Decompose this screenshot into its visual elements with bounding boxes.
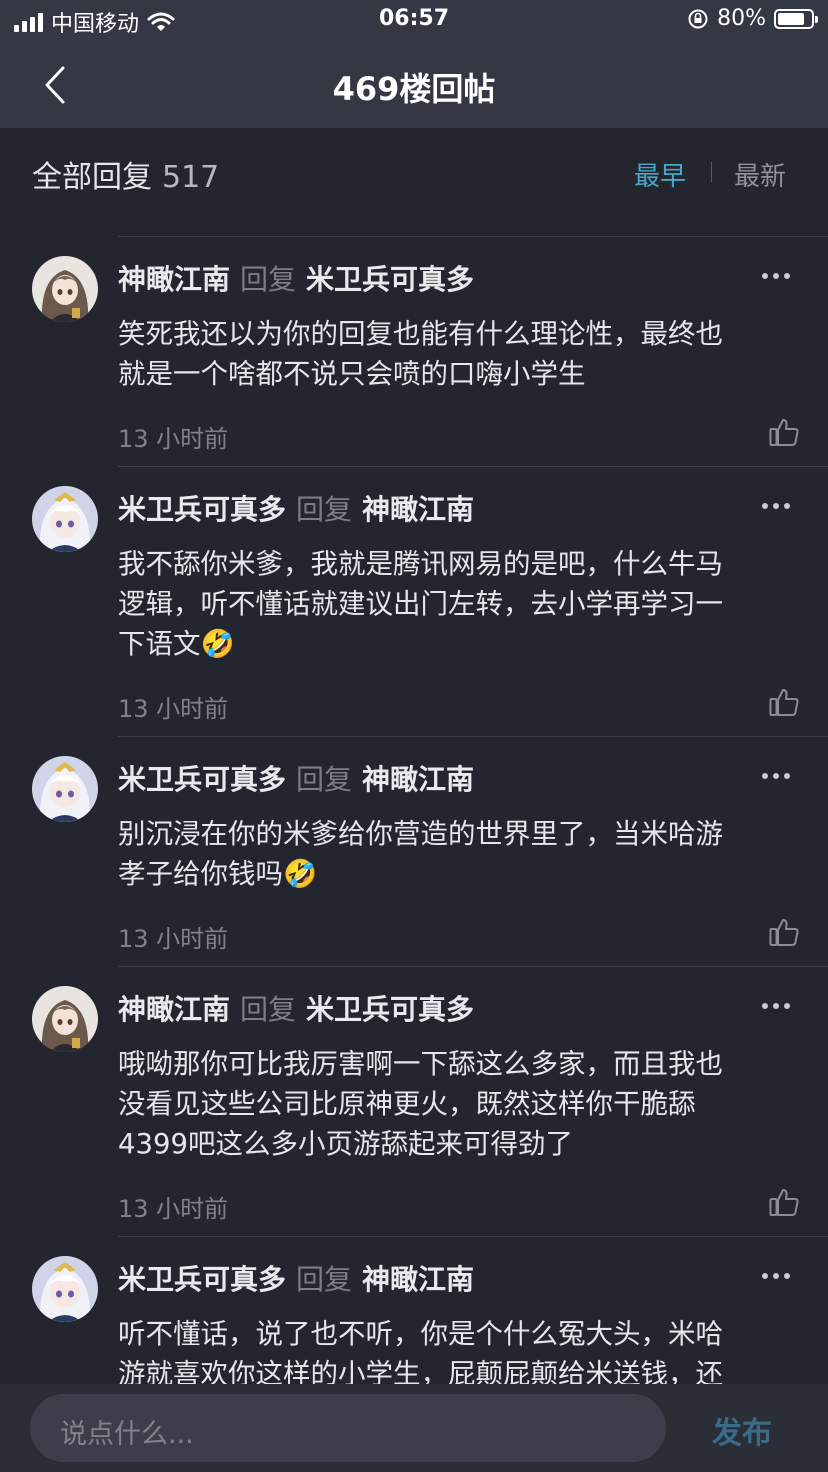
status-bar: 中国移动 06:57 80% [0, 0, 828, 44]
comment-divider [118, 966, 828, 967]
more-icon[interactable] [762, 496, 792, 516]
comment-line: 孝子给你钱吗🤣 [118, 858, 318, 890]
more-icon[interactable] [762, 996, 792, 1016]
reply-word: 回复 [296, 763, 353, 796]
replies-header: 全部回复 517 最早 最新 [0, 128, 828, 223]
sort-earliest-tab[interactable]: 最早 [634, 156, 686, 193]
avatar[interactable] [32, 256, 98, 322]
page-title: 469楼回帖 [332, 70, 496, 108]
more-icon[interactable] [762, 1266, 792, 1286]
comment-line: 没看见这些公司比原神更火，既然这样你干脆舔 [118, 1088, 696, 1120]
status-right: 80% [687, 6, 818, 31]
author-name[interactable]: 神瞰江南 [118, 993, 230, 1026]
like-icon[interactable] [768, 1186, 800, 1218]
comment-line: 逻辑，听不懂话就建议出门左转，去小学再学习一 [118, 588, 723, 620]
battery-label: 80% [717, 6, 766, 31]
avatar[interactable] [32, 756, 98, 822]
comment-line: 就是一个啥都不说只会喷的口嗨小学生 [118, 358, 586, 390]
comment-body: 听不懂话，说了也不听，你是个什么冤大头，米哈 游就喜欢你这样的小学生，屁颠屁颠给米… [118, 1314, 798, 1394]
nav-bar: 469楼回帖 [0, 44, 828, 128]
avatar[interactable] [32, 986, 98, 1052]
reply-word: 回复 [296, 1263, 353, 1296]
status-left: 中国移动 [14, 6, 175, 38]
author-name[interactable]: 米卫兵可真多 [118, 1263, 286, 1296]
emoji-laugh-icon: 🤣 [283, 858, 318, 890]
input-bar: 说点什么... 发布 [0, 1384, 828, 1472]
comment-input[interactable]: 说点什么... [30, 1394, 666, 1462]
sort-divider [711, 162, 712, 182]
reply-target-name[interactable]: 神瞰江南 [362, 1263, 474, 1296]
comment-divider [118, 736, 828, 737]
wifi-icon [147, 12, 175, 31]
comment-input-placeholder: 说点什么... [60, 1419, 194, 1450]
comment-line: 笑死我还以为你的回复也能有什么理论性，最终也 [118, 318, 723, 350]
reply-target-name[interactable]: 神瞰江南 [362, 763, 474, 796]
signal-icon [14, 12, 43, 32]
avatar[interactable] [32, 486, 98, 552]
reply-target-name[interactable]: 米卫兵可真多 [306, 263, 474, 296]
avatar[interactable] [32, 1256, 98, 1322]
comment-body: 笑死我还以为你的回复也能有什么理论性，最终也 就是一个啥都不说只会喷的口嗨小学生 [118, 314, 798, 394]
like-icon[interactable] [768, 416, 800, 448]
comment-divider [118, 236, 828, 237]
comment-divider [118, 466, 828, 467]
battery-icon [774, 8, 818, 29]
more-icon[interactable] [762, 766, 792, 786]
comment-line: 别沉浸在你的米爹给你营造的世界里了，当米哈游 [118, 818, 723, 850]
comment-body: 别沉浸在你的米爹给你营造的世界里了，当米哈游 孝子给你钱吗🤣 [118, 814, 798, 894]
comment-body: 我不舔你米爹，我就是腾讯网易的是吧，什么牛马 逻辑，听不懂话就建议出门左转，去小学… [118, 544, 798, 664]
comment-divider [118, 1236, 828, 1237]
comment-header: 神瞰江南 回复 米卫兵可真多 [118, 988, 474, 1028]
comment-body: 哦呦那你可比我厉害啊一下舔这么多家，而且我也 没看见这些公司比原神更火，既然这样你… [118, 1044, 798, 1164]
reply-word: 回复 [240, 993, 297, 1026]
comment-line: 4399吧这么多小页游舔起来可得劲了 [118, 1128, 573, 1160]
replies-count: 517 [162, 160, 220, 195]
comment-header: 米卫兵可真多 回复 神瞰江南 [118, 758, 474, 798]
replies-title: 全部回复 517 [32, 152, 219, 196]
author-name[interactable]: 米卫兵可真多 [118, 493, 286, 526]
comment-header: 米卫兵可真多 回复 神瞰江南 [118, 488, 474, 528]
comment-time: 13 小时前 [118, 1195, 229, 1223]
replies-title-label: 全部回复 [32, 160, 152, 195]
reply-word: 回复 [296, 493, 353, 526]
comment-header: 米卫兵可真多 回复 神瞰江南 [118, 1258, 474, 1298]
rotation-lock-icon [688, 9, 708, 28]
comment-line: 我不舔你米爹，我就是腾讯网易的是吧，什么牛马 [118, 548, 723, 580]
comment-time: 13 小时前 [118, 925, 229, 953]
author-name[interactable]: 神瞰江南 [118, 263, 230, 296]
reply-target-name[interactable]: 神瞰江南 [362, 493, 474, 526]
comment-time: 13 小时前 [118, 695, 229, 723]
comment-header: 神瞰江南 回复 米卫兵可真多 [118, 258, 474, 298]
comment-time: 13 小时前 [118, 425, 229, 453]
carrier-label: 中国移动 [51, 12, 140, 37]
publish-button[interactable]: 发布 [712, 1408, 772, 1452]
author-name[interactable]: 米卫兵可真多 [118, 763, 286, 796]
comment-line: 下语文🤣 [118, 628, 235, 660]
sort-latest-tab[interactable]: 最新 [734, 156, 786, 193]
reply-target-name[interactable]: 米卫兵可真多 [306, 993, 474, 1026]
like-icon[interactable] [768, 686, 800, 718]
reply-word: 回复 [240, 263, 297, 296]
emoji-laugh-icon: 🤣 [200, 628, 235, 660]
comment-line: 哦呦那你可比我厉害啊一下舔这么多家，而且我也 [118, 1048, 723, 1080]
like-icon[interactable] [768, 916, 800, 948]
comment-line: 听不懂话，说了也不听，你是个什么冤大头，米哈 [118, 1318, 723, 1350]
more-icon[interactable] [762, 266, 792, 286]
